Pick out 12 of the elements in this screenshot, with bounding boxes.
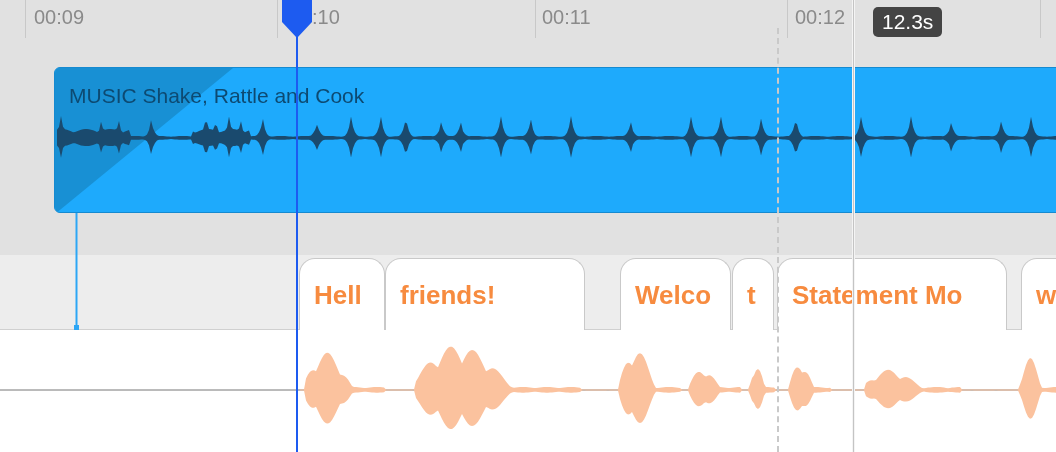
caption-tab[interactable]: Hell — [299, 258, 385, 330]
caption-tab[interactable]: t — [732, 258, 774, 330]
time-tooltip: 12.3s — [873, 7, 943, 37]
time-label: 00:12 — [795, 5, 846, 29]
caption-tab[interactable]: friends! — [385, 258, 585, 330]
time-label: 00:11 — [542, 5, 591, 29]
caption-tab[interactable]: w — [1021, 258, 1056, 330]
caption-tab[interactable]: Statement Mo — [777, 258, 1007, 330]
time-label: :10 — [312, 5, 340, 29]
clip-anchor[interactable] — [73, 213, 80, 331]
caption-tab[interactable]: Welco — [620, 258, 731, 330]
time-label: 00:09 — [34, 5, 85, 29]
